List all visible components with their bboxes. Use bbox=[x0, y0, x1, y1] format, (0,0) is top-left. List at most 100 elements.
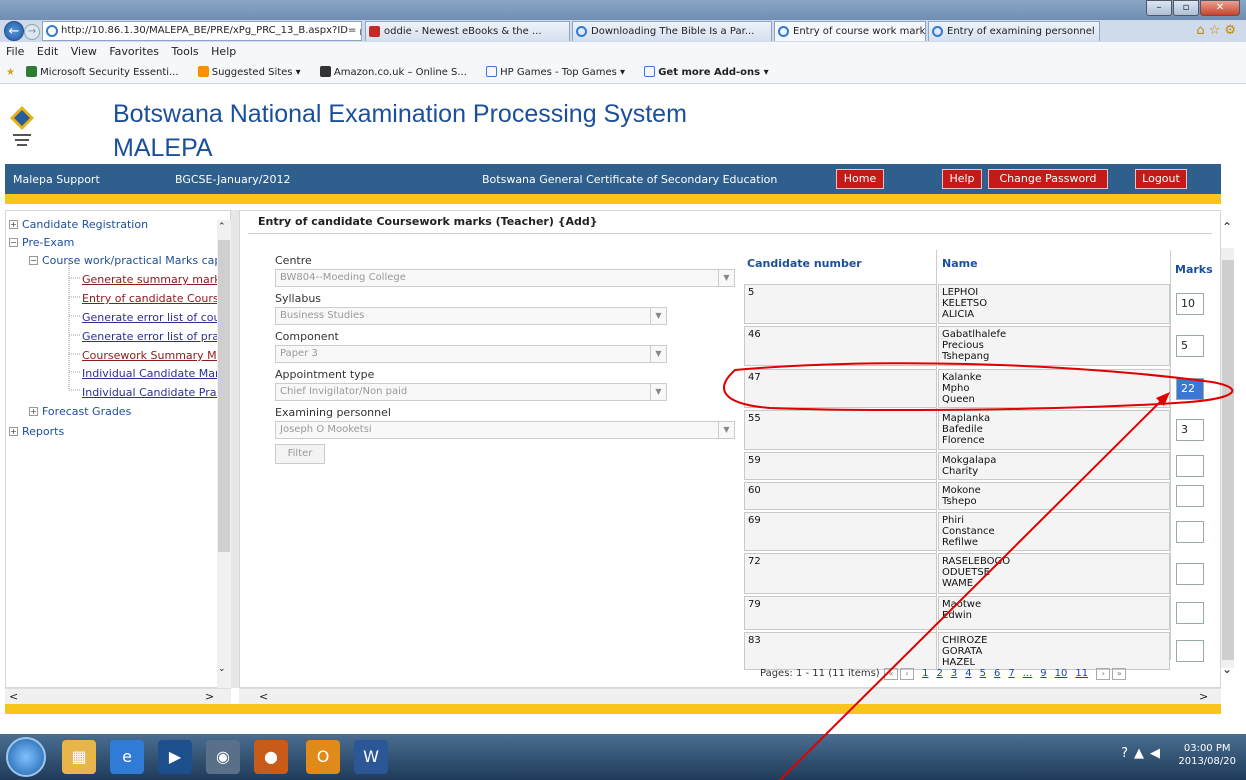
prev-page-icon[interactable]: ‹ bbox=[899, 668, 914, 680]
page-link[interactable]: 2 bbox=[936, 668, 942, 679]
marks-input[interactable] bbox=[1176, 455, 1204, 477]
address-bar[interactable]: http://10.86.1.30/MALEPA_BE/PRE/xPg_PRC_… bbox=[42, 21, 362, 41]
word-icon[interactable]: W bbox=[354, 740, 388, 774]
scroll-down-icon[interactable]: ⌄ bbox=[1222, 662, 1232, 676]
burner-icon[interactable]: ● bbox=[254, 740, 288, 774]
marks-input[interactable] bbox=[1176, 520, 1204, 543]
page-link[interactable]: 5 bbox=[980, 668, 986, 679]
marks-input[interactable]: 5 bbox=[1176, 335, 1204, 357]
tree-horizontal-scrollbar[interactable]: < > bbox=[5, 688, 231, 704]
page-link[interactable]: 3 bbox=[951, 668, 957, 679]
scroll-right-icon[interactable]: > bbox=[205, 690, 214, 703]
home-button[interactable]: Home bbox=[836, 169, 884, 189]
tree-candidate-registration[interactable]: + Candidate Registration bbox=[9, 218, 148, 231]
minimize-button[interactable]: – bbox=[1146, 0, 1172, 16]
fav-security-essentials[interactable]: Microsoft Security Essenti... bbox=[26, 66, 186, 78]
page-link[interactable]: 4 bbox=[965, 668, 971, 679]
explorer-icon[interactable]: ▦ bbox=[62, 740, 96, 774]
marks-input[interactable] bbox=[1176, 602, 1204, 624]
home-icon[interactable]: ⌂ bbox=[1196, 23, 1208, 38]
page-link[interactable]: 7 bbox=[1008, 668, 1014, 679]
appointment-select[interactable]: Chief Invigilator/Non paid ▼ bbox=[275, 383, 667, 401]
page-link[interactable]: 10 bbox=[1055, 668, 1068, 679]
back-button[interactable]: ← bbox=[4, 21, 24, 41]
personnel-label: Examining personnel bbox=[275, 406, 391, 419]
fav-hp-games[interactable]: HP Games - Top Games ▾ bbox=[486, 66, 633, 78]
scroll-down-icon[interactable]: ⌄ bbox=[218, 664, 226, 674]
menu-file[interactable]: File bbox=[6, 45, 24, 58]
chevron-down-icon: ▼ bbox=[650, 308, 666, 324]
centre-select[interactable]: BW804--Moeding College ▼ bbox=[275, 269, 735, 287]
tree-pre-exam[interactable]: − Pre-Exam bbox=[9, 236, 74, 249]
clock[interactable]: 03:00 PM 2013/08/20 bbox=[1178, 742, 1236, 768]
qualification-label: Botswana General Certificate of Secondar… bbox=[482, 173, 778, 186]
fav-suggested-sites[interactable]: Suggested Sites ▾ bbox=[197, 66, 309, 78]
favorites-star-icon[interactable]: ★ bbox=[6, 67, 15, 78]
main-horizontal-scrollbar[interactable]: < > bbox=[239, 688, 1221, 704]
media-player-icon[interactable]: ▶ bbox=[158, 740, 192, 774]
grid-scroll-thumb[interactable] bbox=[1222, 260, 1234, 660]
start-button[interactable] bbox=[6, 737, 46, 777]
page-link[interactable]: 6 bbox=[994, 668, 1000, 679]
page-link[interactable]: ... bbox=[1023, 668, 1033, 679]
scroll-left-icon[interactable]: < bbox=[259, 690, 268, 703]
forward-button[interactable]: → bbox=[24, 24, 40, 40]
menu-tools[interactable]: Tools bbox=[172, 45, 199, 58]
candidate-number-cell: 55 bbox=[744, 410, 937, 450]
first-page-icon[interactable]: « bbox=[883, 668, 898, 680]
marks-input[interactable]: 3 bbox=[1176, 419, 1204, 441]
help-icon[interactable]: ? bbox=[1121, 746, 1134, 761]
fav-amazon[interactable]: Amazon.co.uk – Online S... bbox=[319, 66, 475, 78]
scroll-right-icon[interactable]: > bbox=[1199, 690, 1208, 703]
page-scrollbar[interactable] bbox=[1234, 84, 1246, 734]
tab-entry-course-work[interactable]: Entry of course work marks× bbox=[774, 21, 926, 41]
filter-button[interactable]: Filter bbox=[275, 444, 325, 464]
marks-input[interactable] bbox=[1176, 562, 1204, 585]
menu-view[interactable]: View bbox=[71, 45, 97, 58]
scroll-left-icon[interactable]: < bbox=[9, 690, 18, 703]
tree-reports[interactable]: + Reports bbox=[9, 425, 64, 438]
maximize-button[interactable]: ▫ bbox=[1173, 0, 1199, 16]
close-window-button[interactable]: ✕ bbox=[1200, 0, 1240, 16]
component-select[interactable]: Paper 3 ▼ bbox=[275, 345, 667, 363]
marks-input[interactable]: 10 bbox=[1176, 293, 1204, 315]
panel-splitter[interactable] bbox=[231, 210, 239, 688]
pager: Pages: 1 - 11 (11 items) «‹ 1 2 3 4 5 6 7... 9 1… bbox=[760, 668, 1127, 680]
menu-edit[interactable]: Edit bbox=[37, 45, 58, 58]
logout-button[interactable]: Logout bbox=[1135, 169, 1187, 189]
gear-icon[interactable]: ⚙ bbox=[1224, 23, 1240, 38]
app-icon[interactable]: ◉ bbox=[206, 740, 240, 774]
personnel-select[interactable]: Joseph O Mooketsi ▼ bbox=[275, 421, 735, 439]
candidate-number-cell: 72 bbox=[744, 553, 937, 594]
marks-input[interactable] bbox=[1176, 485, 1204, 507]
network-icon[interactable]: ▲ bbox=[1134, 746, 1150, 761]
tree-forecast-grades[interactable]: + Forecast Grades bbox=[29, 405, 131, 418]
page-link[interactable]: 1 bbox=[922, 668, 928, 679]
candidate-number-cell: 69 bbox=[744, 512, 937, 551]
tree-coursework[interactable]: − Course work/practical Marks capt bbox=[29, 254, 226, 267]
next-page-icon[interactable]: › bbox=[1096, 668, 1111, 680]
fav-addons[interactable]: Get more Add-ons ▾ bbox=[644, 66, 776, 78]
expand-icon: + bbox=[9, 427, 18, 436]
tab-entry-examining[interactable]: Entry of examining personnel bbox=[928, 21, 1100, 41]
scroll-up-icon[interactable]: ⌃ bbox=[218, 222, 226, 232]
volume-icon[interactable]: ◀ bbox=[1150, 746, 1166, 761]
menu-favorites[interactable]: Favorites bbox=[109, 45, 159, 58]
marks-input[interactable]: 22 bbox=[1176, 377, 1204, 400]
menu-help[interactable]: Help bbox=[211, 45, 236, 58]
tab-oddie[interactable]: oddie - Newest eBooks & the ... bbox=[365, 21, 570, 41]
change-password-button[interactable]: Change Password bbox=[988, 169, 1108, 189]
scroll-up-icon[interactable]: ⌃ bbox=[1222, 220, 1232, 234]
page-link[interactable]: 9 bbox=[1040, 668, 1046, 679]
marks-input[interactable] bbox=[1176, 640, 1204, 662]
outlook-icon[interactable]: O bbox=[306, 740, 340, 774]
last-page-icon[interactable]: » bbox=[1112, 668, 1127, 680]
help-button[interactable]: Help bbox=[942, 169, 982, 189]
clock-date: 2013/08/20 bbox=[1178, 756, 1236, 767]
ie-icon[interactable]: e bbox=[110, 740, 144, 774]
tree-scroll-thumb[interactable] bbox=[218, 240, 230, 552]
tab-downloading-bible[interactable]: Downloading The Bible Is a Par... bbox=[572, 21, 772, 41]
page-link[interactable]: 11 bbox=[1075, 668, 1088, 679]
favorites-star-icon[interactable]: ☆ bbox=[1209, 23, 1225, 38]
syllabus-select[interactable]: Business Studies ▼ bbox=[275, 307, 667, 325]
